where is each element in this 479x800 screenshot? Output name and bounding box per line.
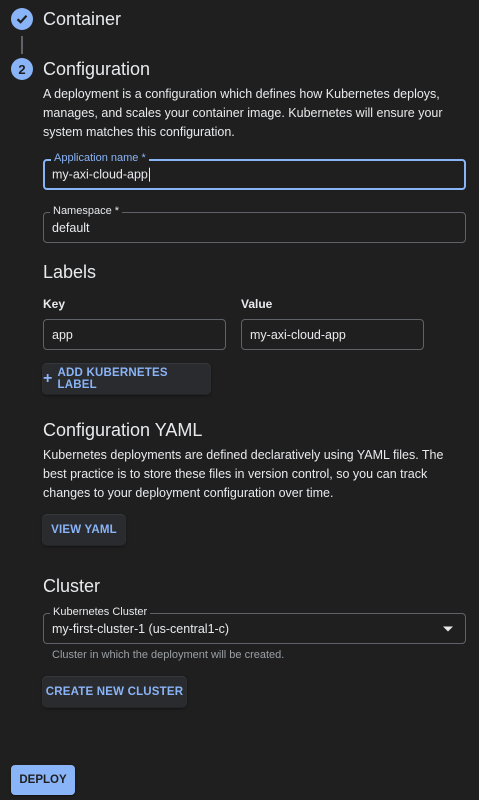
- add-kubernetes-label-button[interactable]: + ADD KUBERNETES LABEL: [43, 364, 210, 394]
- namespace-field[interactable]: Namespace * default: [43, 205, 466, 243]
- application-name-field[interactable]: Application name * my-axi-cloud-app: [43, 152, 466, 190]
- text-cursor: [148, 167, 150, 182]
- configuration-yaml-title: Configuration YAML: [43, 420, 203, 440]
- cluster-helper-text: Cluster in which the deployment will be …: [52, 649, 285, 661]
- yaml-description: Kubernetes deployments are defined decla…: [43, 448, 444, 500]
- label-value-value: my-axi-cloud-app: [250, 327, 346, 342]
- step-complete-check-icon: [11, 8, 33, 30]
- key-column-header: Key: [43, 297, 66, 311]
- deployment-form: Container 2 Configuration A deployment i…: [0, 0, 479, 800]
- dropdown-arrow-icon[interactable]: [443, 626, 453, 631]
- kubernetes-cluster-label: Kubernetes Cluster: [50, 606, 151, 618]
- step-configuration-title: Configuration: [43, 59, 151, 79]
- namespace-value: default: [52, 220, 90, 235]
- label-value-input[interactable]: my-axi-cloud-app: [241, 319, 424, 350]
- application-name-value: my-axi-cloud-app: [52, 167, 148, 182]
- create-new-cluster-button[interactable]: CREATE NEW CLUSTER: [43, 677, 186, 707]
- view-yaml-button[interactable]: VIEW YAML: [43, 515, 125, 545]
- step-number-badge: 2: [11, 58, 33, 80]
- plus-icon: +: [43, 370, 53, 387]
- application-name-label: Application name *: [51, 152, 149, 164]
- namespace-label: Namespace *: [50, 205, 123, 217]
- labels-title: Labels: [43, 262, 97, 282]
- cluster-title: Cluster: [43, 576, 101, 596]
- add-label-text: ADD KUBERNETES LABEL: [57, 367, 168, 391]
- value-column-header: Value: [241, 297, 273, 311]
- kubernetes-cluster-select[interactable]: Kubernetes Cluster my-first-cluster-1 (u…: [43, 606, 466, 644]
- label-key-value: app: [52, 327, 73, 342]
- configuration-description: A deployment is a configuration which de…: [43, 87, 443, 139]
- step-container-title[interactable]: Container: [43, 9, 121, 30]
- deploy-button[interactable]: DEPLOY: [11, 765, 75, 795]
- step-connector: [21, 36, 23, 54]
- kubernetes-cluster-value: my-first-cluster-1 (us-central1-c): [52, 621, 230, 636]
- label-key-input[interactable]: app: [43, 319, 226, 350]
